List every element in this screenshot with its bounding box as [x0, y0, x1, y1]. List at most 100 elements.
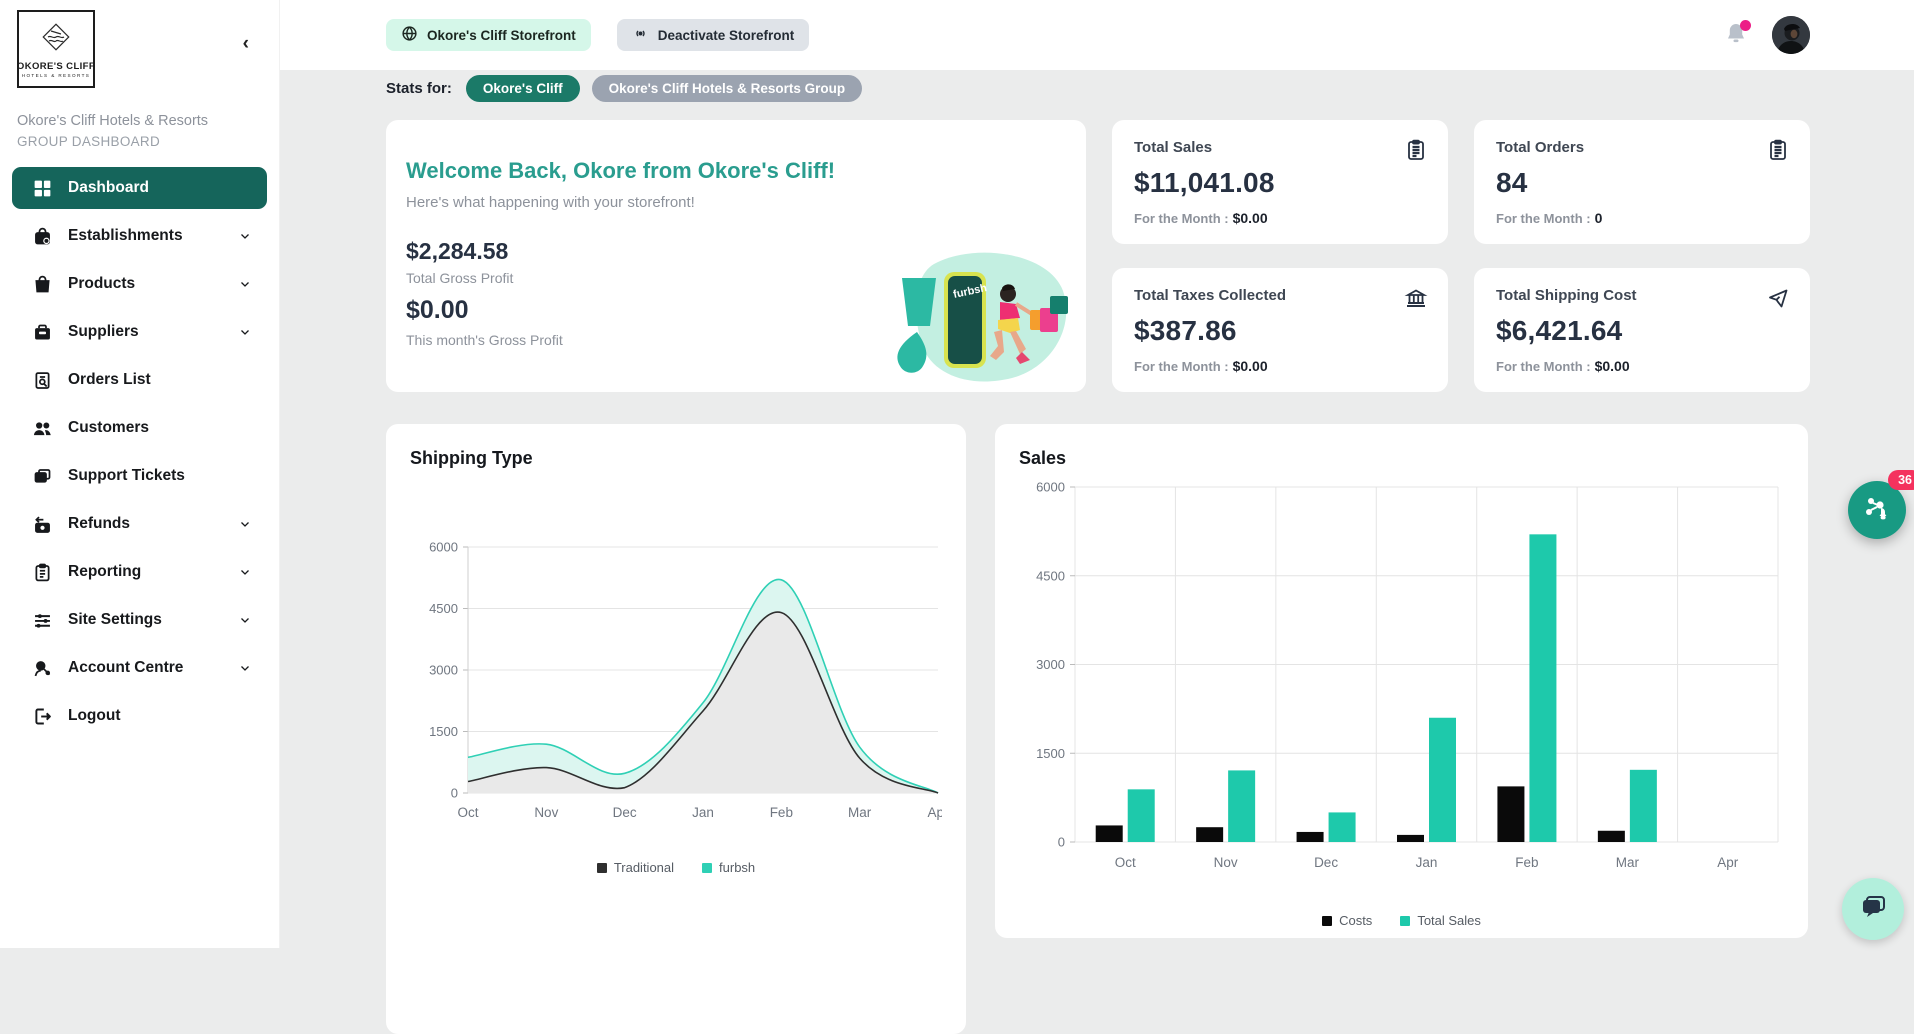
svg-text:6000: 6000 — [1036, 480, 1065, 495]
sidebar-item-refunds[interactable]: Refunds — [12, 503, 267, 545]
sidebar-item-establishments[interactable]: Establishments — [12, 215, 267, 257]
logo-text-line2: HOTELS & RESORTS — [22, 73, 91, 78]
sidebar-item-reporting[interactable]: Reporting — [12, 551, 267, 593]
stats-filter-group[interactable]: Okore's Cliff Hotels & Resorts Group — [592, 75, 863, 102]
org-block: Okore's Cliff Hotels & Resorts GROUP DAS… — [17, 112, 262, 149]
sidebar-item-support-tickets[interactable]: Support Tickets — [12, 455, 267, 497]
stat-card-total-sales: Total Sales$11,041.08For the Month :$0.0… — [1112, 120, 1448, 244]
svg-text:Feb: Feb — [770, 805, 793, 820]
legend-swatch — [1400, 916, 1410, 926]
stat-card-total-taxes-collected: Total Taxes Collected $387.86 For the Mont… — [1112, 268, 1448, 392]
company-logo: OKORE'S CLIFF HOTELS & RESORTS — [17, 10, 95, 88]
top-header: Okore's Cliff Storefront Deactivate Stor… — [280, 0, 1914, 70]
svg-text:0: 0 — [1058, 835, 1065, 850]
sidebar-item-label: Orders List — [68, 371, 151, 389]
chevron-down-icon — [239, 566, 251, 578]
stats-grid: Total Sales$11,041.08For the Month :$0.0… — [1112, 120, 1810, 392]
support-tickets-icon — [32, 466, 53, 487]
account-centre-icon — [32, 658, 53, 679]
charts-row: Shipping Type 01500300045006000OctNovDec… — [386, 424, 1810, 1034]
establishments-icon — [32, 226, 53, 247]
sidebar-item-site-settings[interactable]: Site Settings — [12, 599, 267, 641]
svg-text:4500: 4500 — [1036, 568, 1065, 583]
site-settings-icon — [32, 610, 53, 631]
logout-icon — [32, 706, 53, 727]
svg-text:Oct: Oct — [457, 805, 478, 820]
shipping-type-title: Shipping Type — [410, 448, 942, 469]
stat-card-total-shipping-cost: Total Shipping Cost$6,421.64For the Mont… — [1474, 268, 1810, 392]
user-avatar[interactable] — [1772, 16, 1810, 54]
sidebar-item-label: Account Centre — [68, 659, 183, 677]
stat-card-title: Total Taxes Collected — [1134, 287, 1426, 304]
stat-card-value: $387.86 — [1134, 315, 1426, 347]
stat-card-value: $6,421.64 — [1496, 315, 1788, 347]
stat-card-month: For the Month :$0.00 — [1134, 358, 1426, 374]
sidebar-item-orders-list[interactable]: Orders List — [12, 359, 267, 401]
sidebar-item-dashboard[interactable]: Dashboard — [12, 167, 267, 209]
sales-card: Sales 01500300045006000OctNovDecJanFebMa… — [995, 424, 1808, 938]
stat-card-month: For the Month :0 — [1496, 210, 1788, 226]
svg-text:Dec: Dec — [613, 805, 637, 820]
header-right — [1724, 16, 1810, 54]
plane-icon — [1766, 286, 1790, 310]
sidebar-item-label: Logout — [68, 707, 121, 725]
sidebar-item-label: Reporting — [68, 563, 141, 581]
svg-text:Feb: Feb — [1515, 855, 1538, 870]
welcome-subtitle: Here's what happening with your storefro… — [406, 194, 695, 211]
stat-card-month: For the Month :$0.00 — [1496, 358, 1788, 374]
svg-text:4500: 4500 — [429, 601, 458, 616]
svg-text:Jan: Jan — [692, 805, 714, 820]
legend-swatch — [702, 863, 712, 873]
globe-icon — [401, 25, 418, 45]
chat-widget-button[interactable] — [1842, 878, 1904, 940]
sales-legend: Costs Total Sales — [1019, 913, 1784, 928]
logo-text-line1: OKORE'S CLIFF — [17, 61, 95, 72]
collapse-sidebar-icon[interactable]: ‹ — [243, 34, 249, 53]
legend-label: furbsh — [719, 860, 755, 875]
chevron-down-icon — [239, 278, 251, 290]
sidebar-item-logout[interactable]: Logout — [12, 695, 267, 737]
stats-filter-okores-cliff[interactable]: Okore's Cliff — [466, 75, 580, 102]
svg-text:3000: 3000 — [1036, 657, 1065, 672]
sidebar-nav: Dashboard Establishments Products Suppliers… — [12, 167, 267, 743]
chevron-down-icon — [239, 230, 251, 242]
sidebar-item-customers[interactable]: Customers — [12, 407, 267, 449]
sidebar-item-suppliers[interactable]: Suppliers — [12, 311, 267, 353]
storefront-button[interactable]: Okore's Cliff Storefront — [386, 19, 591, 51]
sidebar-item-label: Dashboard — [68, 179, 149, 197]
notifications-bell-icon[interactable] — [1724, 22, 1748, 48]
sidebar-item-products[interactable]: Products — [12, 263, 267, 305]
welcome-card: Welcome Back, Okore from Okore's Cliff! … — [386, 120, 1086, 392]
chevron-down-icon — [239, 518, 251, 530]
sidebar-item-label: Products — [68, 275, 135, 293]
orders-list-icon — [32, 370, 53, 391]
legend-label: Costs — [1339, 913, 1372, 928]
stats-for-row: Stats for: Okore's Cliff Okore's Cliff H… — [386, 74, 1810, 102]
products-icon — [32, 274, 53, 295]
chevron-down-icon — [239, 326, 251, 338]
stat-card-total-orders: Total Orders84For the Month :0 — [1474, 120, 1810, 244]
sidebar-item-label: Support Tickets — [68, 467, 185, 485]
total-gross-profit-value: $2,284.58 — [406, 238, 508, 265]
fab-count-badge: 36 — [1888, 470, 1914, 490]
sales-chart: 01500300045006000OctNovDecJanFebMarApr — [1019, 477, 1784, 883]
sidebar-item-account-centre[interactable]: Account Centre — [12, 647, 267, 689]
sidebar-item-label: Refunds — [68, 515, 130, 533]
legend-label: Total Sales — [1417, 913, 1481, 928]
storefront-illustration: furbsh — [874, 246, 1070, 390]
sales-title: Sales — [1019, 448, 1784, 469]
stat-card-value: $11,041.08 — [1134, 167, 1426, 199]
main-area: Okore's Cliff Storefront Deactivate Stor… — [280, 0, 1914, 948]
total-gross-profit-label: Total Gross Profit — [406, 270, 513, 286]
deactivate-storefront-button[interactable]: Deactivate Storefront — [617, 19, 810, 51]
chat-bubbles-icon — [1858, 892, 1888, 927]
logo-diamond-icon — [39, 20, 73, 59]
legend-label: Traditional — [614, 860, 674, 875]
stats-for-label: Stats for: — [386, 80, 452, 97]
clipboard-icon — [1404, 138, 1428, 162]
legend-swatch — [1322, 916, 1332, 926]
integrations-fab-button[interactable]: 36 — [1848, 481, 1906, 539]
sidebar-item-label: Site Settings — [68, 611, 162, 629]
stat-card-value: 84 — [1496, 167, 1788, 199]
notification-dot — [1740, 20, 1751, 31]
